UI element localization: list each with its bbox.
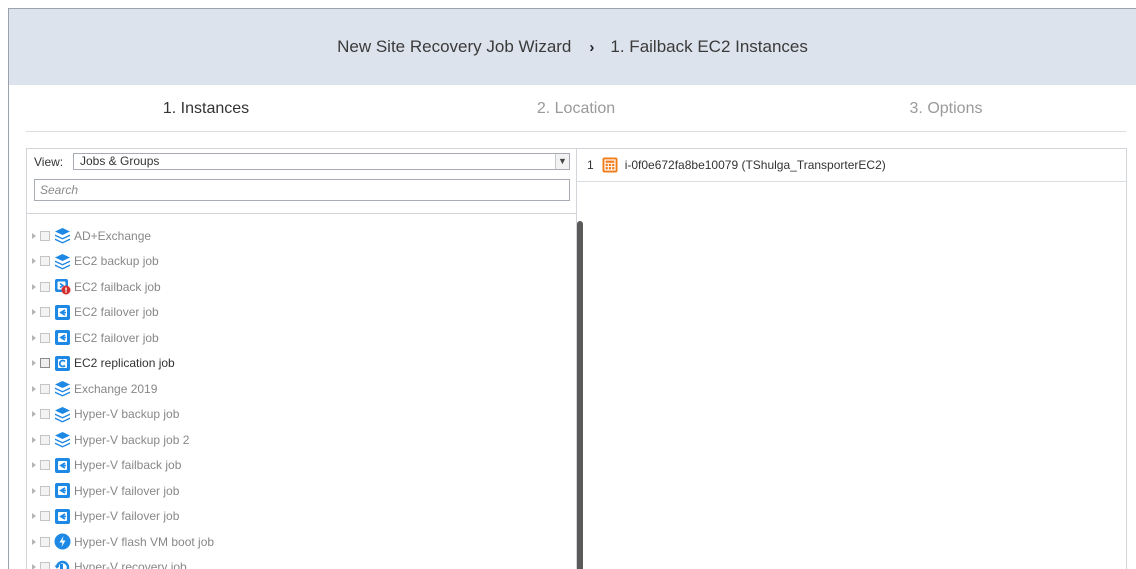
expand-arrow-icon[interactable] [32, 487, 36, 494]
item-checkbox[interactable] [40, 485, 50, 496]
step-instances[interactable]: 1. Instances [26, 85, 386, 132]
selected-instance-row[interactable]: 1 i-0f0e672fa8be10079 (TShulga_Transport… [577, 149, 1126, 182]
expand-arrow-icon[interactable] [32, 232, 36, 239]
tree-item-label: EC2 backup job [74, 254, 159, 268]
item-checkbox[interactable] [40, 383, 50, 394]
expand-arrow-icon[interactable] [32, 513, 36, 519]
wizard-title: New Site Recovery Job Wizard [337, 37, 572, 56]
item-checkbox[interactable] [40, 307, 50, 317]
chevron-down-icon[interactable]: ▼ [555, 154, 569, 169]
instance-index: 1 [587, 158, 594, 172]
instance-label: i-0f0e672fa8be10079 (TShulga_Transporter… [624, 158, 886, 172]
tree-item[interactable]: AD+Exchange [27, 223, 567, 248]
tree-item-label: Hyper-V backup job [74, 407, 180, 421]
stack-icon [54, 253, 71, 270]
failover-icon [54, 508, 71, 525]
replication-icon [54, 355, 71, 372]
expand-arrow-icon[interactable] [32, 436, 36, 443]
expand-arrow-icon[interactable] [32, 360, 36, 366]
item-checkbox[interactable] [40, 358, 50, 368]
wizard-window: New Site Recovery Job Wizard › 1. Failba… [8, 8, 1136, 569]
flash-boot-icon [54, 533, 71, 550]
tree-item[interactable]: Hyper-V backup job 2 [27, 427, 567, 452]
stack-icon [54, 380, 71, 397]
stack-icon [54, 227, 71, 244]
tree-item-label: Exchange 2019 [74, 381, 158, 396]
tree-item-label: Hyper-V backup job 2 [74, 432, 190, 447]
expand-arrow-icon[interactable] [32, 309, 36, 315]
expand-arrow-icon[interactable] [32, 538, 36, 545]
failback-error-icon [54, 278, 71, 295]
expand-arrow-icon[interactable] [32, 283, 36, 290]
view-select[interactable]: Jobs & Groups ▼ [73, 153, 570, 170]
failover-icon [54, 457, 71, 474]
tree-item[interactable]: EC2 backup job [27, 249, 567, 274]
tree-item[interactable]: EC2 failback job [27, 274, 567, 299]
job-tree: AD+Exchange EC2 backup job EC2 failback jo… [27, 215, 567, 569]
tree-item[interactable]: Hyper-V recovery job [27, 555, 567, 569]
item-checkbox[interactable] [40, 562, 50, 569]
tree-item-label: Hyper-V failback job [74, 458, 182, 472]
item-checkbox[interactable] [40, 460, 50, 470]
tree-item[interactable]: Hyper-V failover job [27, 504, 567, 529]
failover-icon [54, 482, 71, 499]
wizard-steps: 1. Instances 2. Location 3. Options [26, 85, 1126, 132]
expand-arrow-icon[interactable] [32, 258, 36, 264]
tree-item[interactable]: Hyper-V failover job [27, 478, 567, 503]
breadcrumb-separator-icon: › [589, 38, 595, 56]
item-checkbox[interactable] [40, 256, 50, 266]
tree-item-label: EC2 failback job [74, 279, 161, 294]
tree-item[interactable]: EC2 replication job [27, 351, 567, 376]
failover-icon [54, 329, 71, 346]
expand-arrow-icon[interactable] [32, 462, 36, 468]
step-location[interactable]: 2. Location [396, 85, 756, 132]
tree-item[interactable]: Exchange 2019 [27, 376, 567, 401]
tree-item-label: Hyper-V flash VM boot job [74, 534, 215, 549]
tree-item[interactable]: Hyper-V flash VM boot job [27, 529, 567, 554]
wizard-header: New Site Recovery Job Wizard › 1. Failba… [9, 9, 1136, 85]
failover-icon [54, 304, 71, 321]
stack-icon [54, 406, 71, 423]
recovery-icon [54, 559, 71, 569]
view-label: View: [34, 155, 64, 169]
item-checkbox[interactable] [40, 536, 50, 547]
tree-item-label: AD+Exchange [74, 228, 152, 243]
tree-item-label: Hyper-V failover job [74, 483, 180, 498]
tree-item[interactable]: EC2 failover job [27, 300, 567, 325]
tree-item-label: EC2 replication job [74, 356, 175, 370]
tree-item[interactable]: EC2 failover job [27, 325, 567, 350]
item-checkbox[interactable] [40, 511, 50, 521]
divider [27, 213, 576, 214]
tree-item-label: Hyper-V failover job [74, 509, 180, 523]
tree-item[interactable]: Hyper-V backup job [27, 402, 567, 427]
view-row: View: Jobs & Groups ▼ [27, 149, 576, 173]
tree-item[interactable]: Hyper-V failback job [27, 453, 567, 478]
expand-arrow-icon[interactable] [32, 564, 36, 569]
ec2-instance-icon [602, 157, 618, 173]
expand-arrow-icon[interactable] [32, 411, 36, 417]
tree-item-label: Hyper-V recovery job [74, 560, 187, 569]
tree-item-label: EC2 failover job [74, 305, 159, 319]
item-checkbox[interactable] [40, 281, 50, 292]
view-select-value: Jobs & Groups [80, 154, 160, 168]
tree-item-label: EC2 failover job [74, 330, 159, 345]
wizard-subtitle: 1. Failback EC2 Instances [610, 37, 808, 56]
item-checkbox[interactable] [40, 230, 50, 241]
search-input[interactable]: Search [34, 179, 570, 201]
item-checkbox[interactable] [40, 434, 50, 445]
expand-arrow-icon[interactable] [32, 334, 36, 341]
stack-icon [54, 431, 71, 448]
item-checkbox[interactable] [40, 332, 50, 343]
expand-arrow-icon[interactable] [32, 385, 36, 392]
item-checkbox[interactable] [40, 409, 50, 419]
selected-instances-pane: 1 i-0f0e672fa8be10079 (TShulga_Transport… [577, 148, 1127, 569]
step-options[interactable]: 3. Options [766, 85, 1126, 132]
inventory-pane: View: Jobs & Groups ▼ Search AD+Exchange… [26, 148, 583, 569]
